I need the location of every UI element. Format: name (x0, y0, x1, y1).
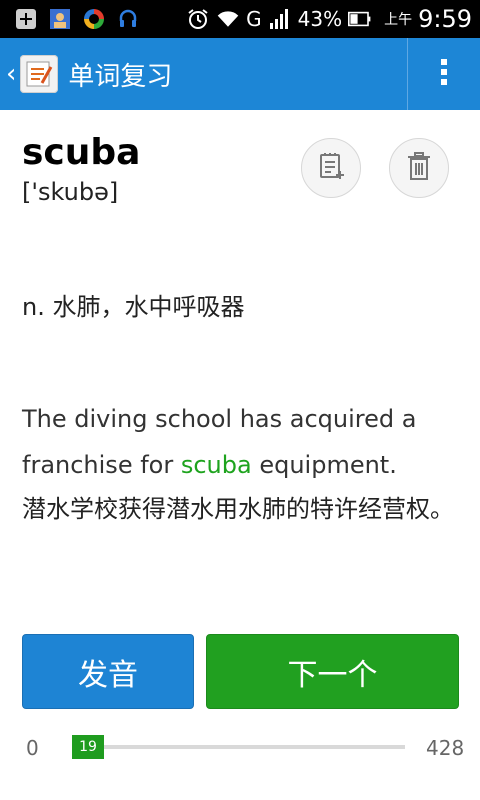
overflow-menu-button[interactable] (408, 38, 480, 110)
back-button[interactable]: ‹ 单词复习 (0, 38, 330, 110)
example-highlight: scuba (180, 451, 252, 479)
app-bar: ‹ 单词复习 (0, 38, 480, 110)
example-text-after: equipment. (251, 451, 397, 479)
trash-icon (405, 151, 433, 185)
status-indicators: G 43% 上午 9:59 (186, 0, 472, 38)
progress-max-label: 428 (426, 736, 465, 760)
add-to-notebook-icon (316, 151, 346, 185)
wifi-icon (216, 7, 240, 31)
cell-signal-icon (268, 7, 292, 31)
page-title: 单词复习 (68, 61, 173, 92)
alarm-icon (186, 7, 210, 31)
progress-thumb[interactable]: 19 (72, 735, 104, 759)
time-prefix: 上午 (384, 12, 413, 28)
overflow-menu-icon (440, 58, 448, 90)
word-text: scuba (22, 132, 141, 173)
progress-track[interactable] (72, 745, 405, 749)
headset-notification-icon (116, 7, 140, 31)
battery-percent: 43% (297, 7, 343, 31)
contact-icon (48, 7, 72, 31)
battery-icon (348, 7, 372, 31)
clock: 9:59 (418, 5, 472, 33)
delete-button[interactable] (389, 138, 449, 198)
progress-min-label: 0 (26, 736, 39, 760)
status-bar: G 43% 上午 9:59 (0, 0, 480, 38)
sync-app-icon (82, 7, 106, 31)
word-phonetic: ['skubə] (22, 178, 119, 206)
notification-plus-icon (14, 7, 38, 31)
signal-badge: G (246, 7, 262, 31)
next-button[interactable]: 下一个 (206, 634, 459, 709)
notification-icons (14, 7, 140, 31)
word-definition: n. 水肺，水中呼吸器 (22, 293, 245, 321)
back-chevron-icon: ‹ (6, 59, 17, 89)
app-logo-icon (20, 55, 59, 93)
add-to-notebook-button[interactable] (301, 138, 361, 198)
example-translation: 潜水学校获得潜水用水肺的特许经营权。 (22, 495, 454, 523)
pronounce-button[interactable]: 发音 (22, 634, 194, 709)
example-sentence: The diving school has acquired a franchi… (22, 396, 462, 488)
